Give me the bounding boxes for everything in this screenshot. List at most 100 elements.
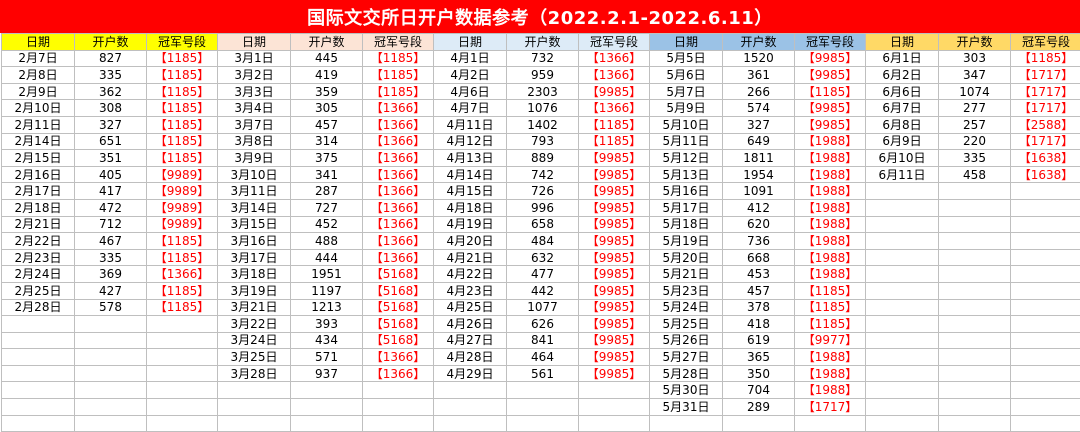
champion-segment-cell: 【1717】 [795, 399, 866, 416]
champion-segment-cell: 【1988】 [795, 183, 866, 200]
date-cell: 5月13日 [650, 166, 723, 183]
date-cell [866, 332, 939, 349]
champion-segment-cell: 【9985】 [579, 266, 650, 283]
account-count-cell [939, 233, 1011, 250]
account-count-cell [939, 415, 1011, 432]
account-count-cell: 393 [291, 316, 363, 333]
champion-segment-cell [1011, 299, 1080, 316]
account-count-cell [939, 316, 1011, 333]
date-cell: 3月28日 [218, 365, 291, 382]
table-row: 3月24日434【5168】4月27日841【9985】5月26日619【997… [2, 332, 1080, 349]
date-cell: 3月21日 [218, 299, 291, 316]
table-row: 3月28日937【1366】4月29日561【9985】5月28日350【198… [2, 365, 1080, 382]
date-cell: 6月8日 [866, 116, 939, 133]
date-cell: 5月31日 [650, 399, 723, 416]
date-cell: 3月24日 [218, 332, 291, 349]
date-cell [2, 332, 75, 349]
champion-segment-cell [1011, 216, 1080, 233]
champion-segment-cell: 【1366】 [363, 100, 434, 117]
column-header: 开户数 [507, 34, 579, 51]
account-count-cell: 347 [939, 67, 1011, 84]
champion-segment-cell: 【1185】 [1011, 50, 1080, 67]
account-count-cell [75, 349, 147, 366]
champion-segment-cell: 【1185】 [147, 133, 218, 150]
account-count-cell [507, 399, 579, 416]
date-cell [866, 183, 939, 200]
date-cell: 5月7日 [650, 83, 723, 100]
date-cell: 5月10日 [650, 116, 723, 133]
champion-segment-cell: 【9985】 [795, 100, 866, 117]
account-count-cell: 712 [75, 216, 147, 233]
date-cell: 5月17日 [650, 199, 723, 216]
account-count-cell: 220 [939, 133, 1011, 150]
date-cell [866, 349, 939, 366]
column-header: 开户数 [939, 34, 1011, 51]
champion-segment-cell: 【1366】 [147, 266, 218, 283]
champion-segment-cell: 【1185】 [363, 83, 434, 100]
account-count-cell: 827 [75, 50, 147, 67]
champion-segment-cell: 【1366】 [579, 67, 650, 84]
champion-segment-cell: 【9977】 [795, 332, 866, 349]
champion-segment-cell [1011, 382, 1080, 399]
account-count-cell: 704 [723, 382, 795, 399]
date-cell: 4月18日 [434, 199, 507, 216]
champion-segment-cell: 【1366】 [363, 216, 434, 233]
champion-segment-cell: 【5168】 [363, 332, 434, 349]
table-row: 2月25日427【1185】3月19日1197【5168】4月23日442【99… [2, 282, 1080, 299]
page-title: 国际文交所日开户数据参考（2022.2.1-2022.6.11） [0, 0, 1080, 33]
champion-segment-cell: 【1185】 [147, 50, 218, 67]
account-count-cell: 266 [723, 83, 795, 100]
date-cell: 4月7日 [434, 100, 507, 117]
table-row: 2月7日827【1185】3月1日445【1185】4月1日732【1366】5… [2, 50, 1080, 67]
column-header: 开户数 [291, 34, 363, 51]
date-cell [2, 415, 75, 432]
champion-segment-cell: 【9985】 [795, 116, 866, 133]
column-header: 日期 [650, 34, 723, 51]
account-count-cell: 405 [75, 166, 147, 183]
date-cell: 2月22日 [2, 233, 75, 250]
account-count-cell: 375 [291, 150, 363, 167]
champion-segment-cell: 【9989】 [147, 183, 218, 200]
date-cell [218, 399, 291, 416]
account-count-cell: 484 [507, 233, 579, 250]
account-count-cell [75, 365, 147, 382]
date-cell: 4月15日 [434, 183, 507, 200]
account-count-cell: 365 [723, 349, 795, 366]
champion-segment-cell: 【1185】 [795, 299, 866, 316]
column-header: 日期 [2, 34, 75, 51]
date-cell: 4月6日 [434, 83, 507, 100]
champion-segment-cell [1011, 282, 1080, 299]
champion-segment-cell: 【1717】 [1011, 83, 1080, 100]
champion-segment-cell: 【9985】 [579, 316, 650, 333]
champion-segment-cell: 【1988】 [795, 216, 866, 233]
date-cell: 2月28日 [2, 299, 75, 316]
date-cell: 5月20日 [650, 249, 723, 266]
date-cell: 3月15日 [218, 216, 291, 233]
champion-segment-cell: 【9985】 [579, 216, 650, 233]
champion-segment-cell: 【1366】 [363, 249, 434, 266]
champion-segment-cell: 【1185】 [579, 116, 650, 133]
champion-segment-cell: 【5168】 [363, 266, 434, 283]
account-count-cell: 651 [75, 133, 147, 150]
champion-segment-cell: 【9989】 [147, 166, 218, 183]
account-count-cell: 841 [507, 332, 579, 349]
date-cell [2, 365, 75, 382]
date-cell: 3月25日 [218, 349, 291, 366]
account-count-cell [723, 415, 795, 432]
account-count-cell: 726 [507, 183, 579, 200]
champion-segment-cell: 【5168】 [363, 299, 434, 316]
account-count-cell: 2303 [507, 83, 579, 100]
date-cell: 6月7日 [866, 100, 939, 117]
table-row: 2月11日327【1185】3月7日457【1366】4月11日1402【118… [2, 116, 1080, 133]
date-cell: 5月24日 [650, 299, 723, 316]
date-cell: 2月8日 [2, 67, 75, 84]
champion-segment-cell [147, 316, 218, 333]
champion-segment-cell: 【1366】 [363, 349, 434, 366]
champion-segment-cell: 【9985】 [579, 349, 650, 366]
date-cell: 3月7日 [218, 116, 291, 133]
account-count-cell [75, 316, 147, 333]
date-cell [2, 382, 75, 399]
date-cell: 3月3日 [218, 83, 291, 100]
champion-segment-cell: 【1638】 [1011, 166, 1080, 183]
account-count-cell: 1076 [507, 100, 579, 117]
